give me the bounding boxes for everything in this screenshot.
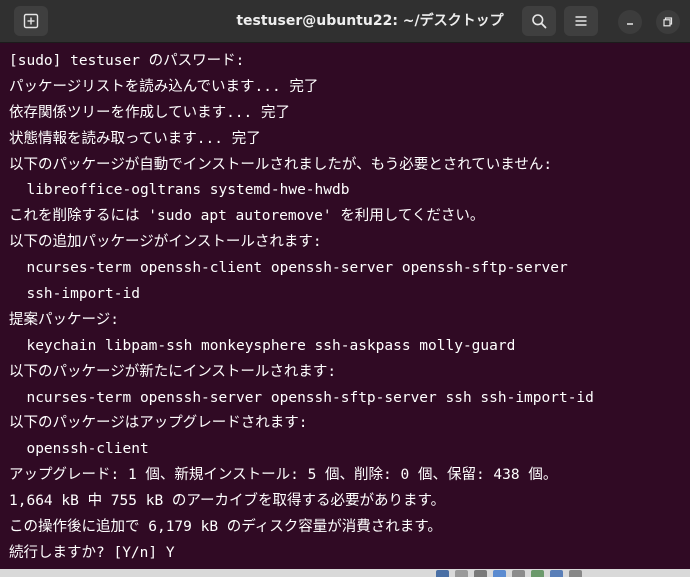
terminal-line: これを削除するには 'sudo apt autoremove' を利用してくださ… [9,208,485,225]
tray-icon [531,570,544,577]
terminal-line: libreoffice-ogltrans systemd-hwe-hwdb [9,182,350,199]
terminal-line: 提案パッケージ: [9,311,119,328]
terminal-line: アップグレード: 1 個、新規インストール: 5 個、削除: 0 個、保留: 4… [9,467,558,484]
terminal-line: keychain libpam-ssh monkeysphere ssh-ask… [9,337,516,354]
minimize-icon [624,13,636,32]
hamburger-menu-icon [573,13,589,29]
new-tab-button[interactable] [14,6,48,36]
terminal-line: [sudo] testuser のパスワード: [9,53,245,69]
terminal-line: この操作後に追加で 6,179 kB のディスク容量が消費されます。 [9,519,442,536]
terminal-line: 以下のパッケージが新たにインストールされます: [9,363,337,380]
terminal-line: 以下のパッケージはアップグレードされます: [9,415,308,432]
terminal-line: 依存関係ツリーを作成しています... 完了 [9,104,290,121]
terminal-line: openssh-client [9,441,149,458]
terminal-window: testuser@ubuntu22: ~/デスクトップ [sudo] testu… [0,0,690,577]
terminal-line: 以下の追加パッケージがインストールされます: [9,234,322,251]
maximize-button[interactable] [656,10,680,34]
tray-icon [455,570,468,577]
search-icon [531,13,547,29]
maximize-icon [662,13,674,32]
tray-icon [569,570,582,577]
terminal-line: 続行しますか? [Y/n] Y [9,544,175,561]
taskbar-strip [0,569,690,577]
terminal-line: ncurses-term openssh-server openssh-sftp… [9,389,594,406]
tray-icons [436,570,582,577]
window-title: testuser@ubuntu22: ~/デスクトップ [236,13,504,29]
terminal-line: 状態情報を読み取っています... 完了 [9,130,261,147]
new-tab-icon [23,13,39,29]
tray-icon [550,570,563,577]
tray-icon [512,570,525,577]
terminal-line: 1,664 kB 中 755 kB のアーカイブを取得する必要があります。 [9,493,446,510]
menu-button[interactable] [564,6,598,36]
tray-icon [474,570,487,577]
tray-icon [436,570,449,577]
tray-icon [493,570,506,577]
header-bar: testuser@ubuntu22: ~/デスクトップ [0,0,690,43]
terminal-output[interactable]: [sudo] testuser のパスワード: パッケージリストを読み込んでいます… [0,44,690,569]
terminal-line: パッケージリストを読み込んでいます... 完了 [9,78,319,95]
terminal-line: ssh-import-id [9,286,140,303]
terminal-line: 以下のパッケージが自動でインストールされましたが、もう必要とされていません: [9,156,553,173]
terminal-line: ncurses-term openssh-client openssh-serv… [9,260,568,277]
minimize-button[interactable] [618,10,642,34]
search-button[interactable] [522,6,556,36]
